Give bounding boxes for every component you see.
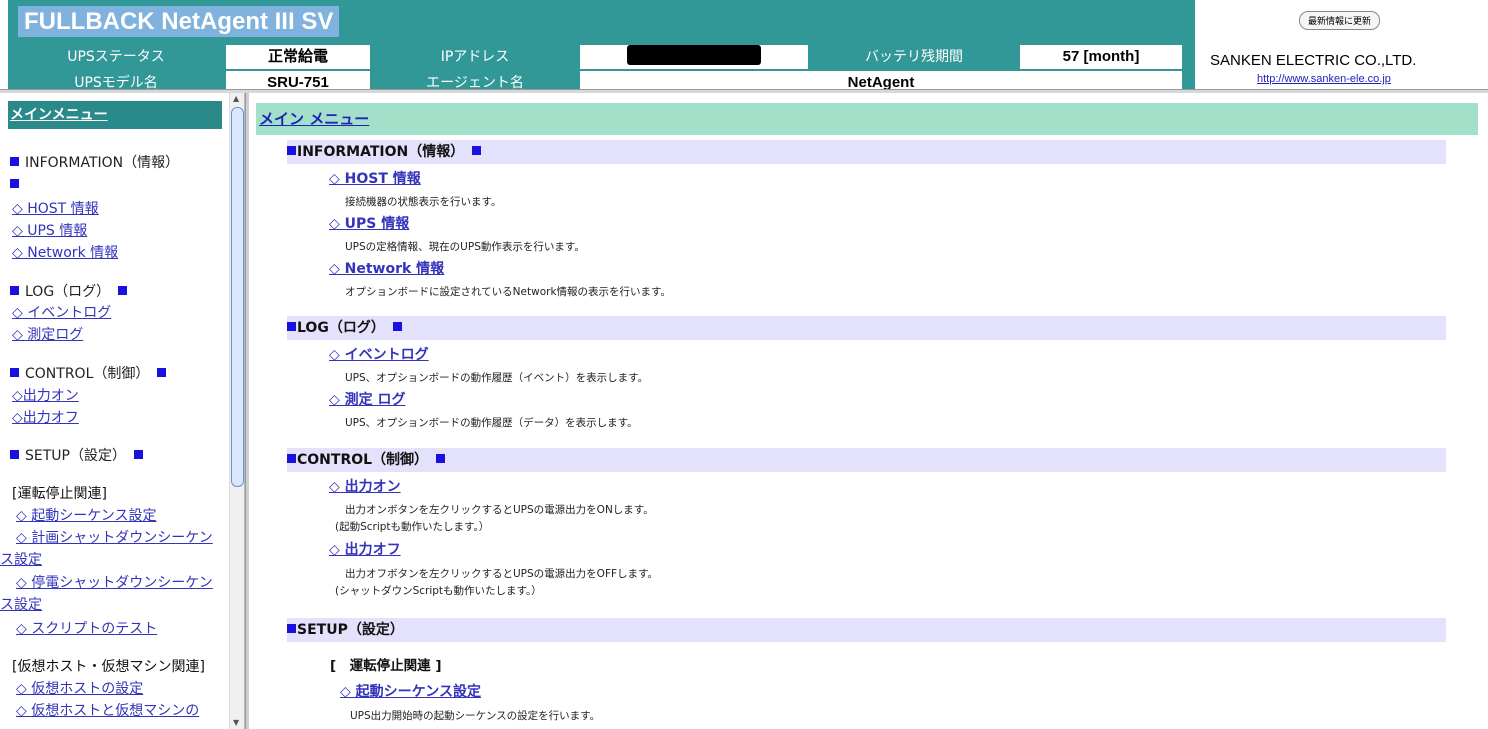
scroll-down-arrow-icon[interactable]: ▼ bbox=[233, 718, 239, 727]
sidebar-item-network-info[interactable]: ◇ Network 情報 bbox=[12, 243, 118, 263]
sidebar-heading-log: LOG（ログ） bbox=[10, 282, 128, 302]
desc-output-off: 出力オフボタンを左クリックするとUPSの電源出力をOFFします。 bbox=[345, 568, 658, 580]
link-startup-sequence[interactable]: ◇ 起動シーケンス設定 bbox=[340, 682, 481, 702]
sidebar-scrollbar[interactable]: ▲ ▼ bbox=[229, 93, 245, 729]
section-control: CONTROL（制御） bbox=[287, 448, 1446, 472]
sidebar-item-startup-sequence[interactable]: ◇ 起動シーケンス設定 bbox=[16, 506, 157, 526]
sidebar-item-host-info[interactable]: ◇ HOST 情報 bbox=[12, 199, 99, 219]
sidebar-heading-control: CONTROL（制御） bbox=[10, 364, 167, 384]
sidebar-item-ups-info[interactable]: ◇ UPS 情報 bbox=[12, 221, 87, 241]
sidebar-item-planned-shutdown[interactable]: ◇ 計画シャットダウンシーケンス設定 bbox=[0, 527, 215, 571]
ip-address-value bbox=[580, 45, 808, 69]
sidebar-group-operation: [運転停止関連] bbox=[12, 486, 107, 502]
square-bullet-icon bbox=[287, 322, 296, 331]
sidebar-heading-setup: SETUP（設定） bbox=[10, 446, 143, 466]
header-right: 最新情報に更新 SANKEN ELECTRIC CO.,LTD. http://… bbox=[1195, 0, 1488, 89]
main-content: メイン メニュー INFORMATION（情報） ◇ HOST 情報 接続機器の… bbox=[250, 93, 1488, 729]
main-menu-title-link[interactable]: メイン メニュー bbox=[256, 103, 1478, 135]
desc-event-log: UPS、オプションボードの動作履歴（イベント）を表示します。 bbox=[345, 372, 649, 384]
desc-network-info: オプションボードに設定されているNetwork情報の表示を行います。 bbox=[345, 286, 671, 298]
sidebar-menu: メインメニュー INFORMATION（情報） ◇ HOST 情報 ◇ UPS … bbox=[0, 93, 229, 729]
company-url-link[interactable]: http://www.sanken-ele.co.jp bbox=[1257, 73, 1391, 85]
square-bullet-icon bbox=[10, 286, 19, 295]
square-bullet-icon bbox=[157, 368, 167, 377]
section-setup: SETUP（設定） bbox=[287, 618, 1446, 642]
agent-name-value: NetAgent bbox=[580, 71, 1182, 89]
sidebar-item-output-on[interactable]: ◇出力オン bbox=[12, 386, 79, 406]
battery-remaining-label: バッテリ残期間 bbox=[865, 49, 963, 65]
sidebar-group-virtual: [仮想ホスト・仮想マシン関連] bbox=[12, 659, 205, 675]
square-bullet-icon bbox=[287, 624, 296, 633]
link-network-info[interactable]: ◇ Network 情報 bbox=[329, 259, 444, 279]
note-output-on: (起動Scriptも動作いたします。） bbox=[335, 521, 490, 533]
link-output-off[interactable]: ◇ 出力オフ bbox=[329, 540, 401, 560]
sidebar-item-event-log[interactable]: ◇ イベントログ bbox=[12, 303, 111, 323]
square-bullet-icon bbox=[472, 146, 482, 155]
subheading-operation: [ 運転停止関連 ] bbox=[330, 658, 442, 674]
ups-model-label: UPSモデル名 bbox=[74, 75, 158, 89]
sidebar-title-link[interactable]: メインメニュー bbox=[8, 101, 222, 129]
link-measure-log[interactable]: ◇ 測定 ログ bbox=[329, 390, 406, 410]
square-bullet-icon bbox=[392, 322, 402, 331]
sidebar-item-virtual-host[interactable]: ◇ 仮想ホストの設定 bbox=[16, 679, 143, 699]
square-bullet-icon bbox=[436, 454, 446, 463]
desc-host-info: 接続機器の状態表示を行います。 bbox=[345, 196, 502, 208]
scroll-up-arrow-icon[interactable]: ▲ bbox=[233, 94, 239, 103]
battery-remaining-value: 57 [month] bbox=[1020, 45, 1182, 69]
ups-status-label: UPSステータス bbox=[67, 49, 165, 65]
link-output-on[interactable]: ◇ 出力オン bbox=[329, 477, 401, 497]
company-name: SANKEN ELECTRIC CO.,LTD. bbox=[1210, 52, 1417, 69]
link-event-log[interactable]: ◇ イベントログ bbox=[329, 345, 429, 365]
ip-address-label: IPアドレス bbox=[440, 49, 510, 65]
square-bullet-icon bbox=[287, 454, 296, 463]
desc-output-on: 出力オンボタンを左クリックするとUPSの電源出力をONします。 bbox=[345, 504, 654, 516]
link-ups-info[interactable]: ◇ UPS 情報 bbox=[329, 214, 409, 234]
section-log: LOG（ログ） bbox=[287, 316, 1446, 340]
sidebar-item-script-test[interactable]: ◇ スクリプトのテスト bbox=[16, 619, 157, 639]
scrollbar-thumb[interactable] bbox=[231, 107, 244, 487]
link-host-info[interactable]: ◇ HOST 情報 bbox=[329, 169, 421, 189]
square-bullet-icon bbox=[10, 450, 19, 459]
ups-model-value: SRU-751 bbox=[226, 71, 370, 89]
square-bullet-icon bbox=[118, 286, 128, 295]
square-bullet-icon bbox=[10, 157, 19, 166]
desc-startup-sequence: UPS出力開始時の起動シーケンスの設定を行います。 bbox=[350, 710, 601, 722]
section-information: INFORMATION（情報） bbox=[287, 140, 1446, 164]
desc-measure-log: UPS、オプションボードの動作履歴（データ）を表示します。 bbox=[345, 417, 638, 429]
sidebar-heading-information-tail bbox=[10, 175, 25, 195]
sidebar-item-blackout-shutdown[interactable]: ◇ 停電シャットダウンシーケンス設定 bbox=[0, 572, 215, 616]
square-bullet-icon bbox=[287, 146, 296, 155]
sidebar-item-virtual-host-vm[interactable]: ◇ 仮想ホストと仮想マシンの bbox=[16, 701, 199, 721]
app-title: FULLBACK NetAgent III SV bbox=[18, 6, 340, 37]
status-banner: FULLBACK NetAgent III SV UPSステータス 正常給電 I… bbox=[8, 0, 1195, 89]
square-bullet-icon bbox=[10, 368, 19, 377]
sidebar-heading-information: INFORMATION（情報） bbox=[10, 153, 179, 173]
sidebar-item-measure-log[interactable]: ◇ 測定ログ bbox=[12, 325, 83, 345]
header: FULLBACK NetAgent III SV UPSステータス 正常給電 I… bbox=[0, 0, 1488, 89]
square-bullet-icon bbox=[133, 450, 143, 459]
frame-separator[interactable] bbox=[245, 93, 249, 729]
sidebar-item-output-off[interactable]: ◇出力オフ bbox=[12, 408, 79, 428]
note-output-off: (シャットダウンScriptも動作いたします。） bbox=[335, 585, 542, 597]
refresh-button[interactable]: 最新情報に更新 bbox=[1299, 11, 1381, 30]
square-bullet-icon bbox=[10, 179, 19, 188]
ip-address-redacted bbox=[627, 45, 761, 65]
desc-ups-info: UPSの定格情報、現在のUPS動作表示を行います。 bbox=[345, 241, 585, 253]
agent-name-label: エージェント名 bbox=[426, 75, 524, 89]
ups-status-value: 正常給電 bbox=[226, 45, 370, 69]
